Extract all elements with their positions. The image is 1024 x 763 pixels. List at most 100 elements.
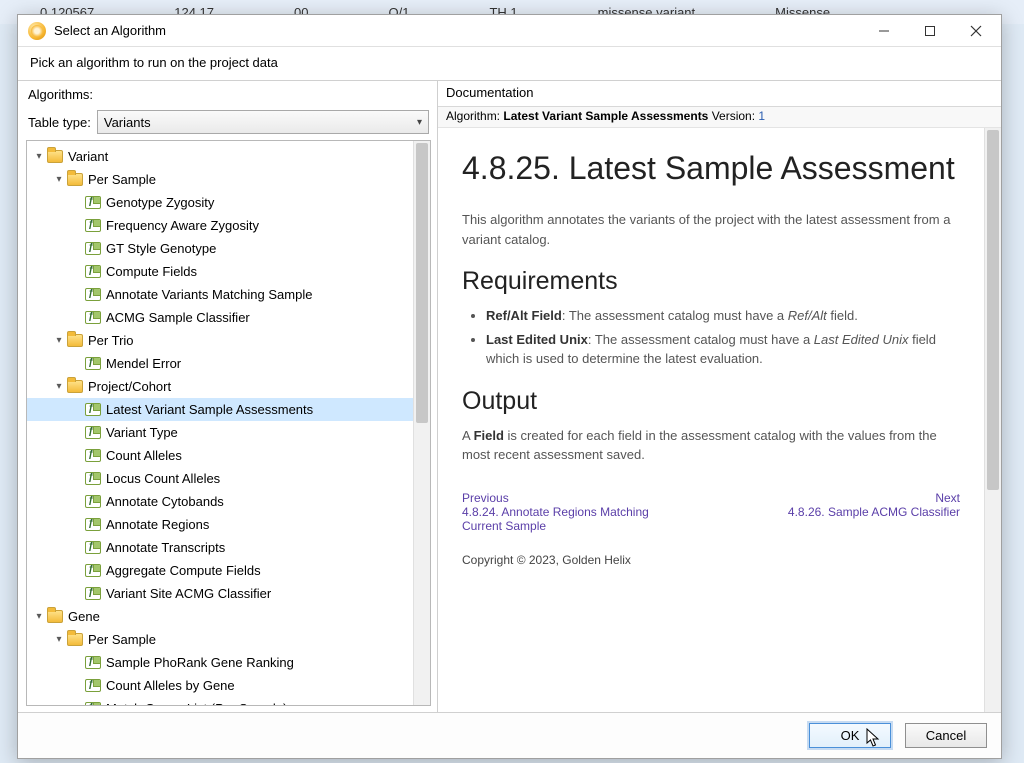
tree-item-variant-type[interactable]: Variant Type (27, 421, 413, 444)
cancel-button[interactable]: Cancel (905, 723, 987, 748)
tree-folder-per-trio[interactable]: ▾ Per Trio (27, 329, 413, 352)
tree-label: Annotate Transcripts (106, 540, 225, 555)
dialog-subtitle: Pick an algorithm to run on the project … (18, 47, 1001, 81)
tree-label: Annotate Regions (106, 517, 209, 532)
scrollbar-thumb[interactable] (416, 143, 428, 423)
tree-item-genotype-zygosity[interactable]: Genotype Zygosity (27, 191, 413, 214)
list-item: Last Edited Unix: The assessment catalog… (486, 330, 960, 369)
algorithms-pane: Algorithms: Table type: Variants ▾ ▾ Var… (18, 81, 438, 712)
tree-label: GT Style Genotype (106, 241, 216, 256)
tree-item-match-genes-list[interactable]: Match Genes List (Per Sample) (27, 697, 413, 705)
tree-label: Annotate Cytobands (106, 494, 224, 509)
tree-item-mendel-error[interactable]: Mendel Error (27, 352, 413, 375)
algorithm-icon (85, 403, 101, 416)
algorithm-icon (85, 587, 101, 600)
algorithm-icon (85, 311, 101, 324)
tree-item-annotate-cytobands[interactable]: Annotate Cytobands (27, 490, 413, 513)
algorithm-icon (85, 564, 101, 577)
documentation-body[interactable]: 4.8.25. Latest Sample Assessment This al… (438, 128, 984, 712)
algorithm-icon (85, 702, 101, 705)
folder-icon (67, 173, 83, 186)
ok-button[interactable]: OK (809, 723, 891, 748)
algorithm-icon (85, 679, 101, 692)
maximize-button[interactable] (907, 16, 953, 46)
tabletype-select[interactable]: Variants ▾ (97, 110, 429, 134)
req-bold: Ref/Alt Field (486, 308, 562, 323)
tree-item-count-alleles[interactable]: Count Alleles (27, 444, 413, 467)
tree-label: Match Genes List (Per Sample) (106, 701, 287, 705)
tree-item-latest-variant-sample-assessments[interactable]: Latest Variant Sample Assessments (27, 398, 413, 421)
doc-nav: Previous 4.8.24. Annotate Regions Matchi… (462, 491, 960, 533)
algorithm-icon (85, 426, 101, 439)
scrollbar-thumb[interactable] (987, 130, 999, 490)
tree-label: Mendel Error (106, 356, 181, 371)
tree-item-sample-phorank[interactable]: Sample PhoRank Gene Ranking (27, 651, 413, 674)
req-bold: Last Edited Unix (486, 332, 588, 347)
tree-label: Frequency Aware Zygosity (106, 218, 259, 233)
tree-item-compute-fields[interactable]: Compute Fields (27, 260, 413, 283)
algorithm-icon (85, 265, 101, 278)
tree-label: Per Trio (88, 333, 134, 348)
tree-folder-gene-per-sample[interactable]: ▾ Per Sample (27, 628, 413, 651)
tree-folder-per-sample[interactable]: ▾ Per Sample (27, 168, 413, 191)
doc-nav-next: Next 4.8.26. Sample ACMG Classifier (731, 491, 960, 533)
doc-heading: 4.8.25. Latest Sample Assessment (462, 144, 960, 192)
collapse-icon[interactable]: ▾ (53, 634, 65, 645)
tree-item-frequency-aware-zygosity[interactable]: Frequency Aware Zygosity (27, 214, 413, 237)
algorithm-icon (85, 472, 101, 485)
collapse-icon[interactable]: ▾ (53, 381, 65, 392)
tree-item-annotate-transcripts[interactable]: Annotate Transcripts (27, 536, 413, 559)
tree-item-annotate-variants-matching-sample[interactable]: Annotate Variants Matching Sample (27, 283, 413, 306)
tree-label: Gene (68, 609, 100, 624)
prev-link[interactable]: 4.8.24. Annotate Regions Matching Curren… (462, 505, 649, 533)
collapse-icon[interactable]: ▾ (33, 151, 45, 162)
collapse-icon[interactable]: ▾ (33, 611, 45, 622)
algorithm-icon (85, 541, 101, 554)
tree-label: Per Sample (88, 172, 156, 187)
tree-folder-gene[interactable]: ▾ Gene (27, 605, 413, 628)
titlebar[interactable]: Select an Algorithm (18, 15, 1001, 47)
tree-item-locus-count-alleles[interactable]: Locus Count Alleles (27, 467, 413, 490)
algorithm-icon (85, 495, 101, 508)
documentation-pane: Documentation Algorithm: Latest Variant … (438, 81, 1001, 712)
tree-item-count-alleles-by-gene[interactable]: Count Alleles by Gene (27, 674, 413, 697)
algorithm-icon (85, 449, 101, 462)
tree-label: Variant Site ACMG Classifier (106, 586, 271, 601)
app-icon (28, 22, 46, 40)
folder-icon (47, 150, 63, 163)
tree-item-variant-site-acmg-classifier[interactable]: Variant Site ACMG Classifier (27, 582, 413, 605)
doc-subheading-requirements: Requirements (462, 267, 960, 296)
tree-item-gt-style-genotype[interactable]: GT Style Genotype (27, 237, 413, 260)
algorithm-tree[interactable]: ▾ Variant ▾ Per Sample Genotype Zygosity (27, 141, 413, 705)
tree-scrollbar[interactable] (413, 141, 430, 705)
algorithm-icon (85, 656, 101, 669)
algorithm-icon (85, 288, 101, 301)
folder-icon (67, 633, 83, 646)
algorithm-icon (85, 518, 101, 531)
tree-label: Variant (68, 149, 108, 164)
collapse-icon[interactable]: ▾ (53, 335, 65, 346)
tree-item-aggregate-compute-fields[interactable]: Aggregate Compute Fields (27, 559, 413, 582)
close-button[interactable] (953, 16, 999, 46)
doc-scrollbar[interactable] (984, 128, 1001, 712)
tree-label: Per Sample (88, 632, 156, 647)
tree-label: Latest Variant Sample Assessments (106, 402, 313, 417)
algorithm-icon (85, 242, 101, 255)
algo-meta-value: Latest Variant Sample Assessments (503, 109, 708, 123)
algo-meta-label: Algorithm: (446, 109, 500, 123)
tree-label: Count Alleles (106, 448, 182, 463)
collapse-icon[interactable]: ▾ (53, 174, 65, 185)
tree-folder-project-cohort[interactable]: ▾ Project/Cohort (27, 375, 413, 398)
tree-label: Sample PhoRank Gene Ranking (106, 655, 294, 670)
dialog-title: Select an Algorithm (54, 23, 861, 38)
tree-item-acmg-sample-classifier[interactable]: ACMG Sample Classifier (27, 306, 413, 329)
next-link[interactable]: 4.8.26. Sample ACMG Classifier (788, 505, 960, 519)
doc-paragraph: A Field is created for each field in the… (462, 426, 960, 465)
tree-label: Locus Count Alleles (106, 471, 220, 486)
tree-item-annotate-regions[interactable]: Annotate Regions (27, 513, 413, 536)
doc-nav-prev: Previous 4.8.24. Annotate Regions Matchi… (462, 491, 691, 533)
tree-folder-variant[interactable]: ▾ Variant (27, 145, 413, 168)
minimize-button[interactable] (861, 16, 907, 46)
select-algorithm-dialog: Select an Algorithm Pick an algorithm to… (17, 14, 1002, 759)
tree-label: Count Alleles by Gene (106, 678, 235, 693)
